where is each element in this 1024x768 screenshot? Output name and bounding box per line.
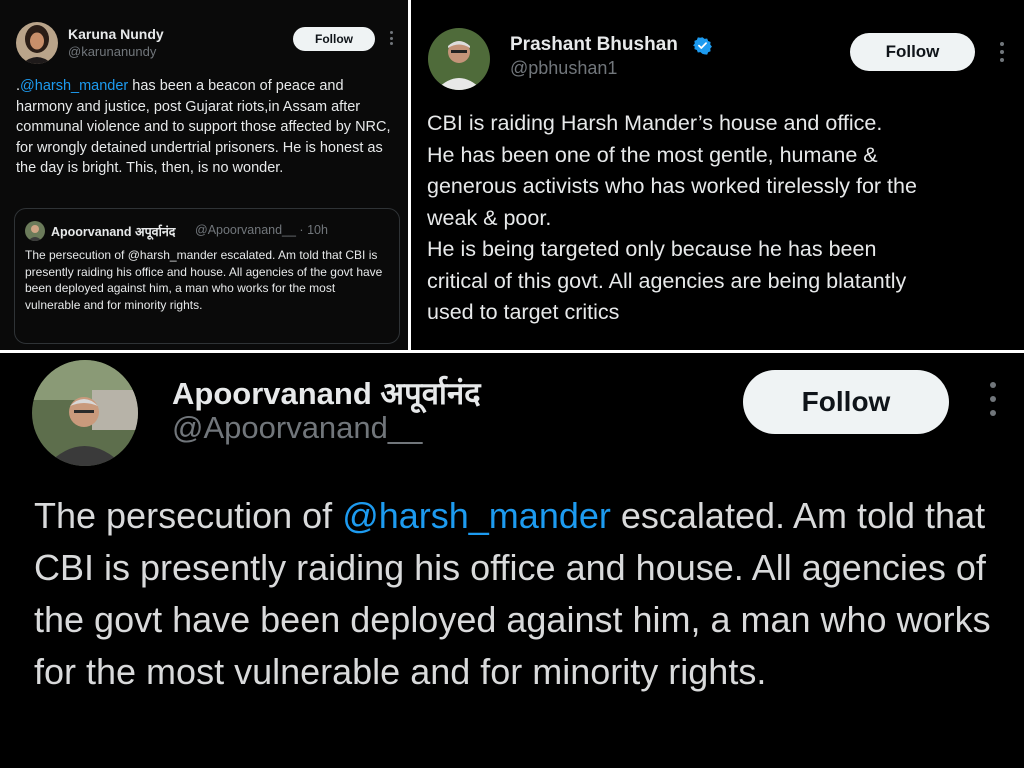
- follow-button[interactable]: Follow: [743, 370, 949, 434]
- tweet-apoorvanand: Apoorvanand अपूर्वानंद @Apoorvanand__ Fo…: [0, 352, 1024, 768]
- tweet-karuna-nundy: Karuna Nundy @karunanundy Follow .@harsh…: [0, 0, 410, 352]
- tweet-text: CBI is raiding Harsh Mander’s house and …: [427, 108, 1017, 329]
- follow-button[interactable]: Follow: [293, 27, 375, 51]
- avatar[interactable]: [428, 28, 490, 90]
- avatar[interactable]: [32, 360, 138, 466]
- more-options-icon[interactable]: [988, 382, 998, 416]
- tweet-text: The persecution of @harsh_mander escalat…: [34, 490, 1019, 698]
- author-handle[interactable]: @Apoorvanand__: [172, 410, 422, 446]
- author-name[interactable]: Apoorvanand अपूर्वानंद: [172, 372, 481, 414]
- tweet-text: .@harsh_mander has been a beacon of peac…: [16, 76, 396, 179]
- avatar[interactable]: [16, 22, 58, 64]
- tweet-line: weak & poor.: [427, 205, 552, 230]
- quote-author-name: Apoorvanand अपूर्वानंद: [51, 225, 176, 239]
- more-options-icon[interactable]: [388, 31, 394, 45]
- verified-badge-icon: [693, 37, 712, 55]
- profile-photo-icon: [32, 360, 138, 466]
- tweet-line: critical of this govt. All agencies are …: [427, 268, 907, 293]
- mention-link[interactable]: @harsh_mander: [342, 495, 611, 536]
- divider: [408, 0, 411, 352]
- tweet-line: CBI is raiding Harsh Mander’s house and …: [427, 111, 883, 135]
- tweet-line: used to target critics: [427, 300, 620, 324]
- text-prefix: The persecution of: [34, 495, 343, 536]
- author-name[interactable]: Prashant Bhushan: [510, 34, 678, 56]
- quote-handle-time: @Apoorvanand__ · 10h: [195, 223, 328, 237]
- author-handle[interactable]: @pbhushan1: [510, 58, 617, 79]
- follow-button[interactable]: Follow: [850, 33, 975, 71]
- tweet-line: He is being targeted only because he has…: [427, 237, 877, 261]
- quoted-tweet[interactable]: Apoorvanand अपूर्वानंद @Apoorvanand__ · …: [14, 208, 400, 344]
- profile-photo-icon: [428, 28, 490, 90]
- author-name[interactable]: Karuna Nundy: [68, 26, 164, 42]
- mention-link[interactable]: @harsh_mander: [20, 78, 128, 94]
- quote-text: The persecution of @harsh_mander escalat…: [25, 248, 383, 312]
- profile-photo-icon: [16, 22, 58, 64]
- tweet-line: generous activists who has worked tirele…: [427, 174, 917, 198]
- divider: [0, 350, 1024, 353]
- author-handle[interactable]: @karunanundy: [68, 44, 156, 59]
- quote-avatar: [25, 221, 45, 241]
- tweet-line: He has been one of the most gentle, huma…: [427, 142, 878, 167]
- tweet-prashant-bhushan: Prashant Bhushan @pbhushan1 Follow CBI i…: [410, 0, 1024, 352]
- profile-photo-icon: [25, 221, 45, 241]
- more-options-icon[interactable]: [998, 42, 1006, 62]
